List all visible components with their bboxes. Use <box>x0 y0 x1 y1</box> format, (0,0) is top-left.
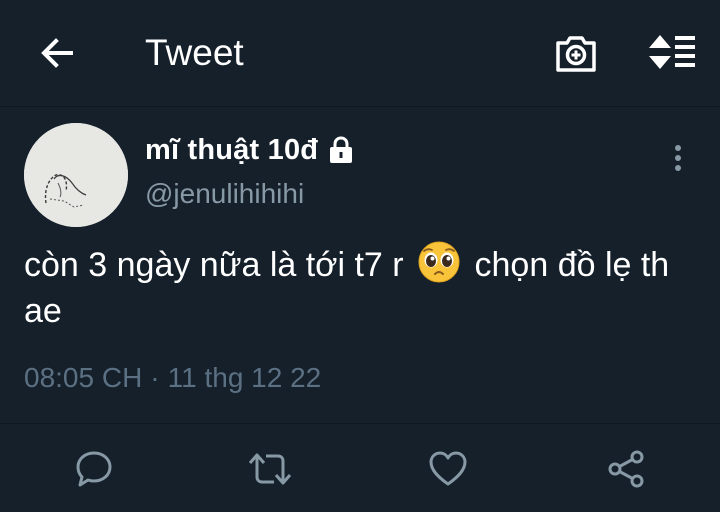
tweet-text: còn 3 ngày nữa là tới t7 r chọn đồ lẹ th… <box>24 240 694 334</box>
reply-bubble-icon <box>76 451 112 487</box>
more-vertical-icon <box>675 145 681 171</box>
share-button[interactable] <box>602 445 650 493</box>
more-options-button[interactable] <box>660 140 696 176</box>
retweet-icon <box>248 453 292 485</box>
avatar[interactable] <box>24 123 128 227</box>
arrow-left-icon <box>41 38 73 68</box>
tweet-time: 08:05 CH <box>24 362 143 393</box>
tweet-timestamp[interactable]: 08:05 CH · 11 thg 12 22 <box>24 362 321 394</box>
like-button[interactable] <box>424 445 472 493</box>
back-button[interactable] <box>34 30 80 76</box>
tweet-text-part1: còn 3 ngày nữa là tới t7 r <box>24 246 404 284</box>
retweet-button[interactable] <box>246 445 294 493</box>
avatar-sketch-image <box>24 123 128 227</box>
author-name-row[interactable]: mĩ thuật 10đ <box>145 130 354 170</box>
sort-button[interactable] <box>643 28 699 76</box>
camera-plus-icon <box>556 36 596 72</box>
timestamp-separator: · <box>150 362 160 393</box>
divider <box>0 423 720 424</box>
tweet-date: 11 thg 12 22 <box>167 362 322 393</box>
heart-icon <box>429 451 467 486</box>
top-app-bar: Tweet <box>0 0 720 107</box>
reply-button[interactable] <box>70 445 118 493</box>
camera-button[interactable] <box>553 30 599 76</box>
display-name: mĩ thuật 10đ <box>145 133 319 166</box>
user-handle[interactable]: @jenulihihihi <box>145 178 304 210</box>
sort-arrows-list-icon <box>649 35 695 69</box>
share-icon <box>608 450 644 488</box>
pleading-face-emoji <box>418 241 460 283</box>
page-title: Tweet <box>145 32 244 73</box>
lock-icon <box>330 136 353 163</box>
